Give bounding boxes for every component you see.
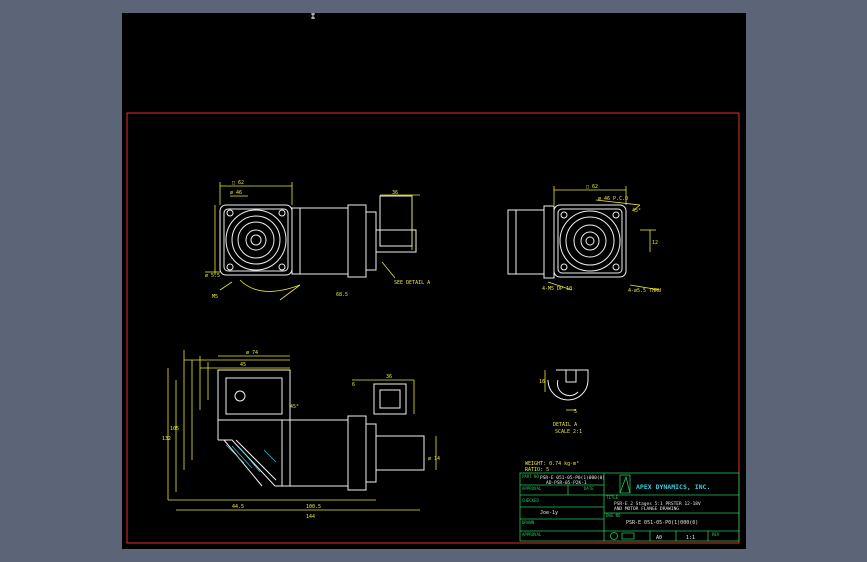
tb-title-label: TITLE [606,495,619,500]
tb-rev-label: REV [712,532,720,537]
tb-part-no-2: AD-PSR-05-P2K-1 [546,480,587,486]
dim-label-bl-gap: 45° [290,404,299,410]
dim-label-body-len: 68.5 [336,292,348,298]
dim-label-bl-shaft-dia: ø 14 [428,456,440,462]
view-top-left-dims [205,182,420,301]
dim-label-bl-shaft: 36 [386,374,392,380]
dim-label-top-left-inner: ø 46 [230,190,242,196]
view-bottom-left [217,369,425,491]
tb-checked-value: Joe-1y [540,510,558,516]
tb-size-value: A0 [656,535,662,541]
sheet-border [126,112,740,544]
tb-part-no-label: PART NO [522,474,539,479]
dim-label-top-left-thread: M5 [212,294,218,300]
detail-a-label: DETAIL A [553,422,577,428]
view-top-left [219,195,417,278]
dim-label-see-detail: SEE DETAIL A [394,280,430,286]
dim-label-front-depth: 12 [652,240,658,246]
tb-approval-label-2: APPROVAL [522,532,542,537]
tb-date-label: DATE [584,486,594,491]
dim-label-bl-total: 144 [306,514,315,520]
detail-a-dims [544,370,576,411]
note-ratio: RATIO: 5 [525,467,549,473]
dim-label-bl-top: ø 74 [246,350,258,356]
view-top-right [507,204,627,279]
tb-dwg-no-label: DWG NO [606,513,621,518]
dim-label-front-thread: 4-M5 DP 10 [542,286,572,292]
dim-label-bl-body: 100.5 [306,504,321,510]
dim-label-top-left-width: □ 62 [232,180,244,186]
dim-label-bl-height2: 105 [170,426,179,432]
dim-label-bl-key: 6 [352,382,355,388]
detail-a-dim2: 5 [574,409,577,415]
dim-label-front-width: □ 62 [586,184,598,190]
tb-scale-value: 1:1 [686,535,695,541]
ucs-icon [311,13,315,19]
tb-company: APEX DYNAMICS, INC. [636,483,710,491]
dim-label-bl-left: 44.5 [232,504,244,510]
view-bottom-left-hatch [225,444,277,473]
dim-label-front-hole: 4-ø5.5 THRU [628,288,661,294]
tb-drawn-label: DRAWN [522,520,535,525]
dim-label-front-angle: 45° [632,208,641,214]
tb-dwg-no-value: PSR-E 051-05-P0(1)000(0) [626,520,698,526]
detail-a [547,369,589,401]
tb-title-line-2: AND MOTOR FLANGE DRAWING [614,506,679,512]
cad-drawing: □ 62 ø 46 ø 5.5 M5 SEE DETAIL A 36 68.5 … [126,13,740,544]
dim-label-bl-flange: 45 [240,362,246,368]
dim-label-shaft-len: 36 [392,190,398,196]
tb-approval-label: APPROVAL [522,486,542,491]
dim-label-front-pcd: ø 46 P.C.D [598,196,628,202]
dim-label-top-left-hole: ø 5.5 [205,273,220,279]
dim-label-bl-height: 132 [162,436,171,442]
detail-a-dim: 16 [539,379,545,385]
tb-checked-label: CHECKED [522,498,539,503]
detail-a-scale: SCALE 2:1 [555,429,582,435]
